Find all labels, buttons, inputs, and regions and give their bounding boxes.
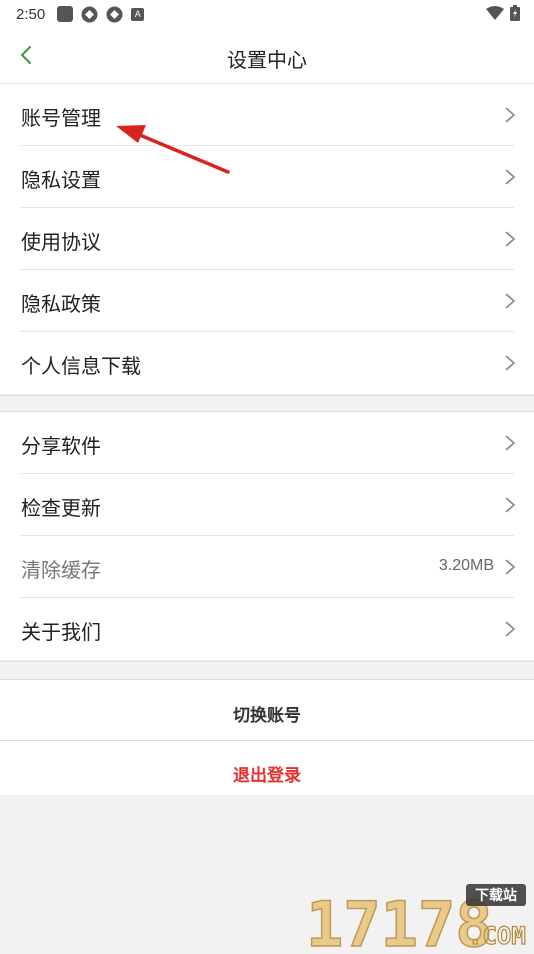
chevron-right-icon [505, 435, 516, 451]
switch-account-label: 切换账号 [233, 706, 301, 726]
account-actions: 切换账号 退出登录 [0, 680, 534, 795]
chevron-right-icon [505, 107, 516, 123]
menu-item-clear-cache[interactable]: 清除缓存 3.20MB [0, 536, 534, 598]
chevron-right-icon [505, 231, 516, 247]
settings-group-account: 账号管理 隐私设置 使用协议 隐私政策 个人信息下载 [0, 84, 534, 394]
menu-item-check-update[interactable]: 检查更新 [0, 474, 534, 536]
menu-item-account-management[interactable]: 账号管理 [0, 84, 534, 146]
battery-icon [510, 5, 520, 21]
watermark-logo: 17178 下载站 .COM [304, 880, 534, 954]
menu-item-privacy-settings[interactable]: 隐私设置 [0, 146, 534, 208]
chevron-right-icon [505, 621, 516, 637]
app-square-icon [57, 6, 74, 22]
watermark-17178-icon: 17178 下载站 .COM [305, 884, 526, 954]
header-bar: 设置中心 [0, 28, 534, 84]
chevron-right-icon [505, 497, 516, 513]
status-bar: 2:50 A [0, 0, 534, 28]
logout-label: 退出登录 [233, 766, 301, 786]
menu-item-user-agreement[interactable]: 使用协议 [0, 208, 534, 270]
menu-item-label: 分享软件 [21, 434, 101, 458]
menu-item-label: 隐私设置 [21, 168, 101, 192]
chevron-right-icon [505, 559, 516, 575]
menu-item-label: 清除缓存 [21, 558, 101, 582]
section-border [0, 395, 534, 396]
menu-item-about-us[interactable]: 关于我们 [0, 598, 534, 660]
chevron-right-icon [505, 293, 516, 309]
watermark-domain: .COM [468, 922, 526, 950]
status-notification-icons: A [57, 6, 145, 23]
menu-item-label: 关于我们 [21, 620, 101, 644]
menu-item-share-app[interactable]: 分享软件 [0, 412, 534, 474]
menu-item-label: 检查更新 [21, 496, 101, 520]
settings-group-app: 分享软件 检查更新 清除缓存 3.20MB 关于我们 [0, 412, 534, 660]
menu-item-label: 账号管理 [21, 106, 101, 130]
logout-button[interactable]: 退出登录 [0, 740, 534, 795]
status-time: 2:50 [16, 5, 46, 23]
watermark-number: 17178 [306, 888, 493, 950]
page-title: 设置中心 [227, 48, 307, 72]
watermark-tag: 下载站 [475, 887, 517, 904]
menu-item-personal-info-download[interactable]: 个人信息下载 [0, 332, 534, 394]
chevron-right-icon [505, 169, 516, 185]
menu-item-label: 隐私政策 [21, 292, 101, 316]
sync-icon [81, 6, 98, 22]
chevron-right-icon [505, 355, 516, 371]
section-border [0, 661, 534, 662]
menu-item-label: 个人信息下载 [21, 354, 141, 378]
wifi-icon [486, 6, 504, 20]
cache-size-value: 3.20MB [438, 557, 494, 574]
status-system-icons [486, 5, 520, 21]
menu-item-label: 使用协议 [21, 230, 101, 254]
a-icon: A [131, 7, 145, 21]
menu-item-privacy-policy[interactable]: 隐私政策 [0, 270, 534, 332]
switch-account-button[interactable]: 切换账号 [0, 680, 534, 740]
sync-icon [106, 6, 123, 22]
